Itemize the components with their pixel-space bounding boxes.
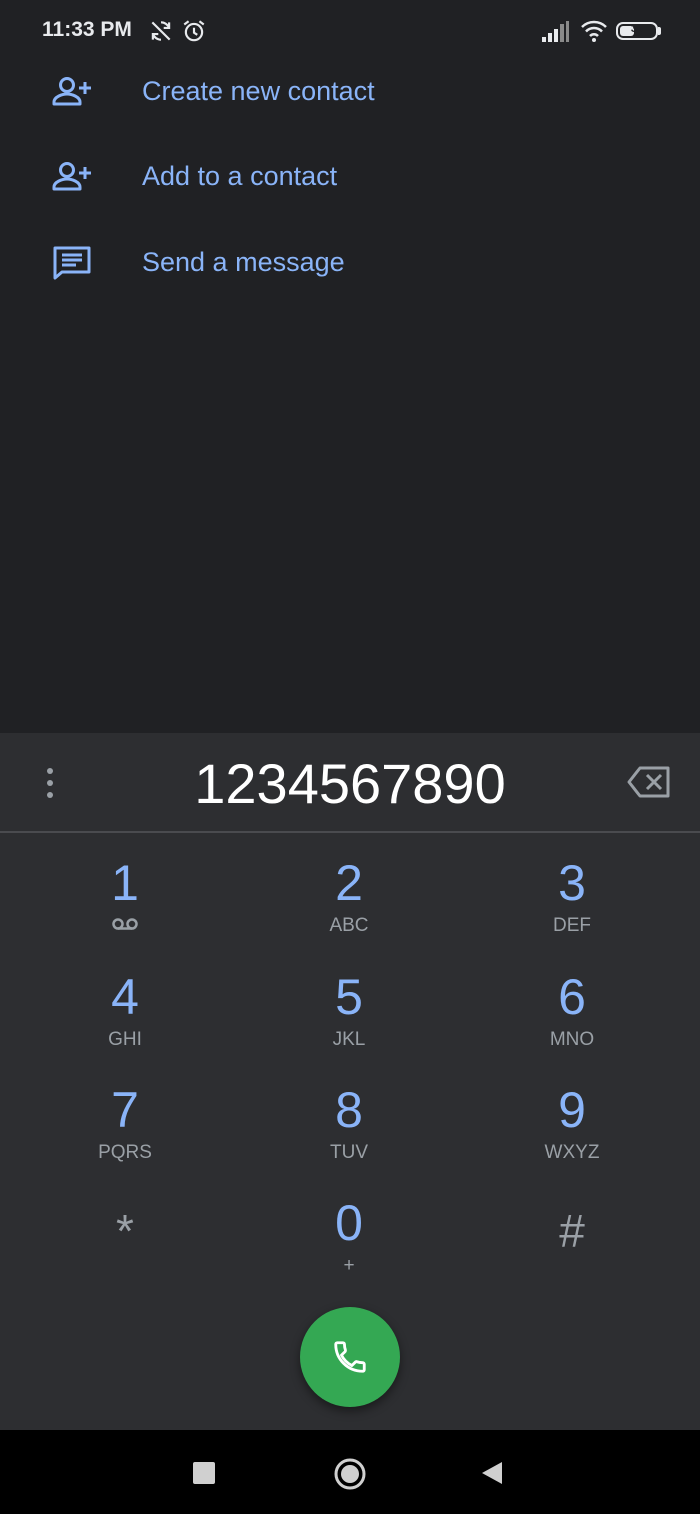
status-time: 11:33 PM — [42, 18, 132, 41]
key-4[interactable]: 4 GHI — [35, 969, 215, 1075]
key-0[interactable]: 0 + — [259, 1195, 439, 1301]
action-label: Create new contact — [142, 76, 375, 106]
add-to-contact-button[interactable]: Add to a contact — [0, 137, 700, 223]
battery-cap — [658, 27, 661, 35]
digits-bar: 1234567890 — [0, 733, 700, 833]
recents-icon[interactable] — [193, 1462, 215, 1484]
person-add-icon — [52, 162, 91, 191]
key-digit: 2 — [335, 855, 363, 911]
key-letters: GHI — [108, 1029, 142, 1050]
key-letters: ABC — [329, 915, 369, 936]
key-digit: 3 — [558, 855, 586, 911]
key-8[interactable]: 8 TUV — [259, 1082, 439, 1188]
battery-level: 36 — [630, 23, 644, 35]
key-digit: 0 — [335, 1195, 363, 1251]
phone-icon — [334, 1341, 366, 1373]
action-label: Add to a contact — [142, 161, 338, 191]
key-pound[interactable]: # — [482, 1195, 662, 1301]
backspace-icon[interactable] — [626, 765, 672, 799]
back-icon[interactable] — [480, 1460, 504, 1486]
battery-icon: 36 — [616, 22, 658, 40]
key-digit: 4 — [111, 969, 139, 1025]
key-letters: JKL — [332, 1029, 366, 1050]
key-digit: # — [559, 1205, 585, 1257]
key-star[interactable]: * — [35, 1195, 215, 1301]
person-add-icon — [52, 77, 91, 106]
send-message-button[interactable]: Send a message — [0, 223, 700, 309]
navigation-bar — [0, 1430, 700, 1514]
dialpad: 1234567890 1 2 ABC 3 DEF 4 GHI 5 JKL 6 M… — [0, 733, 700, 1430]
key-digit: 8 — [335, 1082, 363, 1138]
alarm-icon — [183, 20, 205, 42]
message-icon — [53, 246, 91, 280]
key-7[interactable]: 7 PQRS — [35, 1082, 215, 1188]
key-letters: WXYZ — [544, 1142, 600, 1163]
wifi-icon — [581, 20, 607, 42]
key-6[interactable]: 6 MNO — [482, 969, 662, 1075]
key-digit: * — [116, 1205, 134, 1257]
signal-icon — [542, 21, 569, 42]
key-5[interactable]: 5 JKL — [259, 969, 439, 1075]
key-letters: + — [343, 1255, 355, 1276]
key-2[interactable]: 2 ABC — [259, 855, 439, 961]
key-digit: 9 — [558, 1082, 586, 1138]
home-icon[interactable] — [333, 1457, 367, 1491]
key-9[interactable]: 9 WXYZ — [482, 1082, 662, 1188]
key-digit: 7 — [111, 1082, 139, 1138]
dialed-number[interactable]: 1234567890 — [0, 751, 700, 816]
call-button[interactable] — [300, 1307, 400, 1407]
key-3[interactable]: 3 DEF — [482, 855, 662, 961]
no-sync-icon — [151, 21, 171, 41]
key-digit: 1 — [111, 855, 139, 911]
key-1[interactable]: 1 — [35, 855, 215, 961]
key-letters: MNO — [549, 1029, 595, 1050]
key-letters: DEF — [553, 915, 591, 936]
create-new-contact-button[interactable]: Create new contact — [0, 52, 700, 138]
key-letters: PQRS — [98, 1142, 152, 1163]
action-label: Send a message — [142, 247, 345, 277]
voicemail-icon — [112, 918, 138, 930]
key-digit: 5 — [335, 969, 363, 1025]
key-letters: TUV — [330, 1142, 368, 1163]
key-digit: 6 — [558, 969, 586, 1025]
